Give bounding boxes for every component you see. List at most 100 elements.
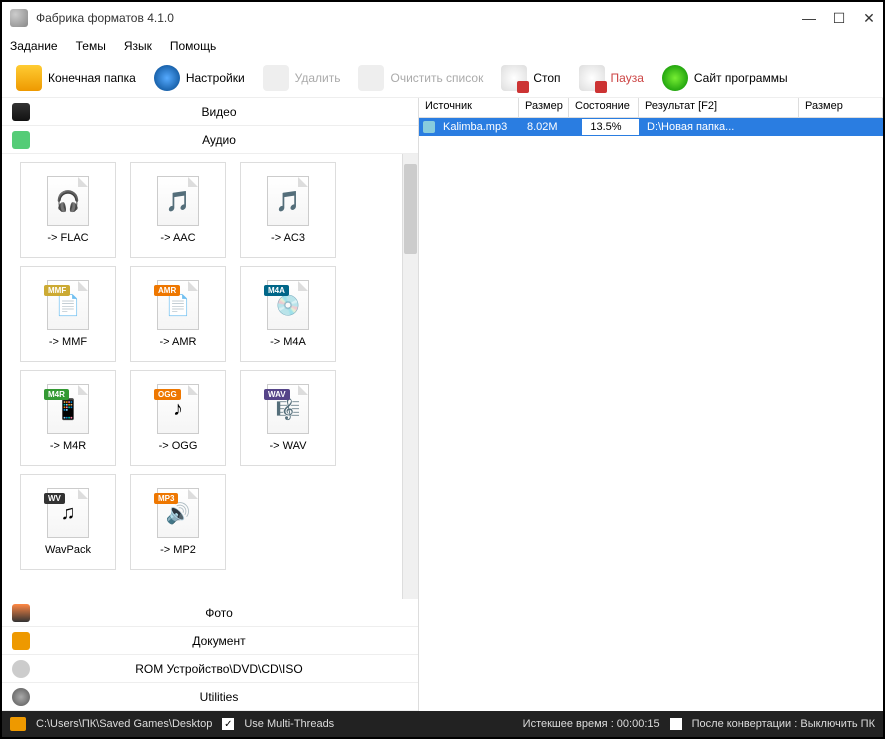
- header-size2[interactable]: Размер: [799, 98, 883, 117]
- category-video[interactable]: Видео: [2, 98, 418, 126]
- table-row[interactable]: Kalimba.mp3 8.02M 13.5% D:\Новая папка..…: [419, 118, 883, 136]
- menu-themes[interactable]: Темы: [76, 39, 106, 53]
- category-document[interactable]: Документ: [2, 627, 418, 655]
- output-folder-button[interactable]: Конечная папка: [10, 63, 142, 93]
- after-convert-label: После конвертации : Выключить ПК: [692, 718, 875, 730]
- format-item[interactable]: WV♫WavPack: [20, 474, 116, 570]
- format-label: -> AC3: [271, 232, 305, 244]
- format-item[interactable]: 🎵 -> AAC: [130, 162, 226, 258]
- format-file-icon: MP3🔊: [157, 488, 199, 538]
- format-glyph-icon: 📱: [56, 397, 81, 422]
- category-document-label: Документ: [192, 634, 245, 648]
- titlebar: Фабрика форматов 4.1.0 — ☐ ✕: [2, 2, 883, 34]
- document-icon: [12, 632, 30, 650]
- clear-list-button[interactable]: Очистить список: [352, 63, 489, 93]
- format-label: -> AMR: [160, 336, 197, 348]
- delete-button[interactable]: Удалить: [257, 63, 347, 93]
- stop-button[interactable]: Стоп: [495, 63, 566, 93]
- maximize-button[interactable]: ☐: [833, 12, 845, 24]
- minimize-button[interactable]: —: [803, 12, 815, 24]
- close-button[interactable]: ✕: [863, 12, 875, 24]
- cell-size2: [801, 126, 883, 128]
- format-label: -> MMF: [49, 336, 87, 348]
- after-convert-checkbox[interactable]: [670, 718, 682, 730]
- format-badge: OGG: [154, 389, 181, 400]
- format-item[interactable]: 🎧-> FLAC: [20, 162, 116, 258]
- format-badge: WAV: [264, 389, 290, 400]
- format-item[interactable]: WAV🎼-> WAV: [240, 370, 336, 466]
- format-file-icon: WV♫: [47, 488, 89, 538]
- menu-task[interactable]: Задание: [10, 39, 58, 53]
- header-size[interactable]: Размер: [519, 98, 569, 117]
- settings-button[interactable]: Настройки: [148, 63, 251, 93]
- app-icon: [10, 9, 28, 27]
- format-item[interactable]: MMF📄 -> MMF: [20, 266, 116, 362]
- format-file-icon: MMF📄: [47, 280, 89, 330]
- multithread-checkbox[interactable]: ✓: [222, 718, 234, 730]
- gear-small-icon: [12, 688, 30, 706]
- left-panel: Видео Аудио 🎧-> FLAC🎵-> AAC🎵-> AC3MMF📄->…: [2, 98, 419, 711]
- clear-icon: [358, 65, 384, 91]
- format-item[interactable]: M4A💿 -> M4A: [240, 266, 336, 362]
- format-item[interactable]: MP3🔊 -> MP2: [130, 474, 226, 570]
- format-file-icon: M4A💿: [267, 280, 309, 330]
- format-label: -> AAC: [160, 232, 195, 244]
- table-header: Источник Размер Состояние Результат [F2]…: [419, 98, 883, 118]
- format-glyph-icon: 💿: [276, 293, 301, 318]
- category-utilities[interactable]: Utilities: [2, 683, 418, 711]
- format-label: -> M4A: [270, 336, 306, 348]
- category-photo-label: Фото: [205, 606, 233, 620]
- category-photo[interactable]: Фото: [2, 599, 418, 627]
- pause-button[interactable]: Пауза: [573, 63, 650, 93]
- format-badge: WV: [44, 493, 65, 504]
- format-badge: MMF: [44, 285, 70, 296]
- header-result[interactable]: Результат [F2]: [639, 98, 799, 117]
- progress-bar: [573, 119, 582, 135]
- menu-help[interactable]: Помощь: [170, 39, 216, 53]
- menubar: Задание Темы Язык Помощь: [2, 34, 883, 58]
- format-file-icon: OGG♪: [157, 384, 199, 434]
- scrollbar-vertical[interactable]: [402, 154, 418, 599]
- format-glyph-icon: 🎵: [166, 189, 191, 214]
- format-grid: 🎧-> FLAC 🎵 -> AAC 🎵 -> AC3 MMF📄 -> MMF AMR📄 -> A…: [2, 154, 402, 599]
- format-glyph-icon: ♪: [173, 398, 183, 421]
- format-file-icon: 🎧: [47, 176, 89, 226]
- statusbar: C:\Users\ПК\Saved Games\Desktop ✓ Use Mu…: [2, 711, 883, 737]
- format-badge: AMR: [154, 285, 180, 296]
- photo-icon: [12, 604, 30, 622]
- pause-icon: [579, 65, 605, 91]
- disc-icon: [12, 660, 30, 678]
- header-source[interactable]: Источник: [419, 98, 519, 117]
- format-glyph-icon: 📄: [166, 293, 191, 318]
- format-item[interactable]: 🎵 -> AC3: [240, 162, 336, 258]
- globe-icon: [662, 65, 688, 91]
- clear-label: Очистить список: [390, 71, 483, 85]
- header-state[interactable]: Состояние: [569, 98, 639, 117]
- video-icon: [12, 103, 30, 121]
- progress-text: 13.5%: [590, 121, 621, 133]
- format-glyph-icon: 🎵: [276, 189, 301, 214]
- output-folder-label: Конечная папка: [48, 71, 136, 85]
- delete-icon: [263, 65, 289, 91]
- category-audio[interactable]: Аудио: [2, 126, 418, 154]
- status-folder-icon[interactable]: [10, 717, 26, 731]
- toolbar: Конечная папка Настройки Удалить Очистит…: [2, 58, 883, 98]
- menu-language[interactable]: Язык: [124, 39, 152, 53]
- format-badge: MP3: [154, 493, 178, 504]
- cell-file: Kalimba.mp3: [437, 120, 521, 134]
- format-label: -> MP2: [160, 544, 196, 556]
- category-video-label: Видео: [201, 105, 236, 119]
- category-utilities-label: Utilities: [200, 690, 239, 704]
- website-button[interactable]: Сайт программы: [656, 63, 794, 93]
- cell-size: 8.02M: [521, 120, 571, 134]
- window-title: Фабрика форматов 4.1.0: [36, 11, 803, 25]
- scrollbar-thumb[interactable]: [404, 164, 417, 254]
- format-glyph-icon: 🎼: [276, 397, 301, 422]
- category-rom[interactable]: ROM Устройство\DVD\CD\ISO: [2, 655, 418, 683]
- format-badge: M4A: [264, 285, 289, 296]
- format-item[interactable]: M4R📱-> M4R: [20, 370, 116, 466]
- format-file-icon: WAV🎼: [267, 384, 309, 434]
- format-item[interactable]: OGG♪-> OGG: [130, 370, 226, 466]
- format-item[interactable]: AMR📄 -> AMR: [130, 266, 226, 362]
- format-file-icon: 🎵: [157, 176, 199, 226]
